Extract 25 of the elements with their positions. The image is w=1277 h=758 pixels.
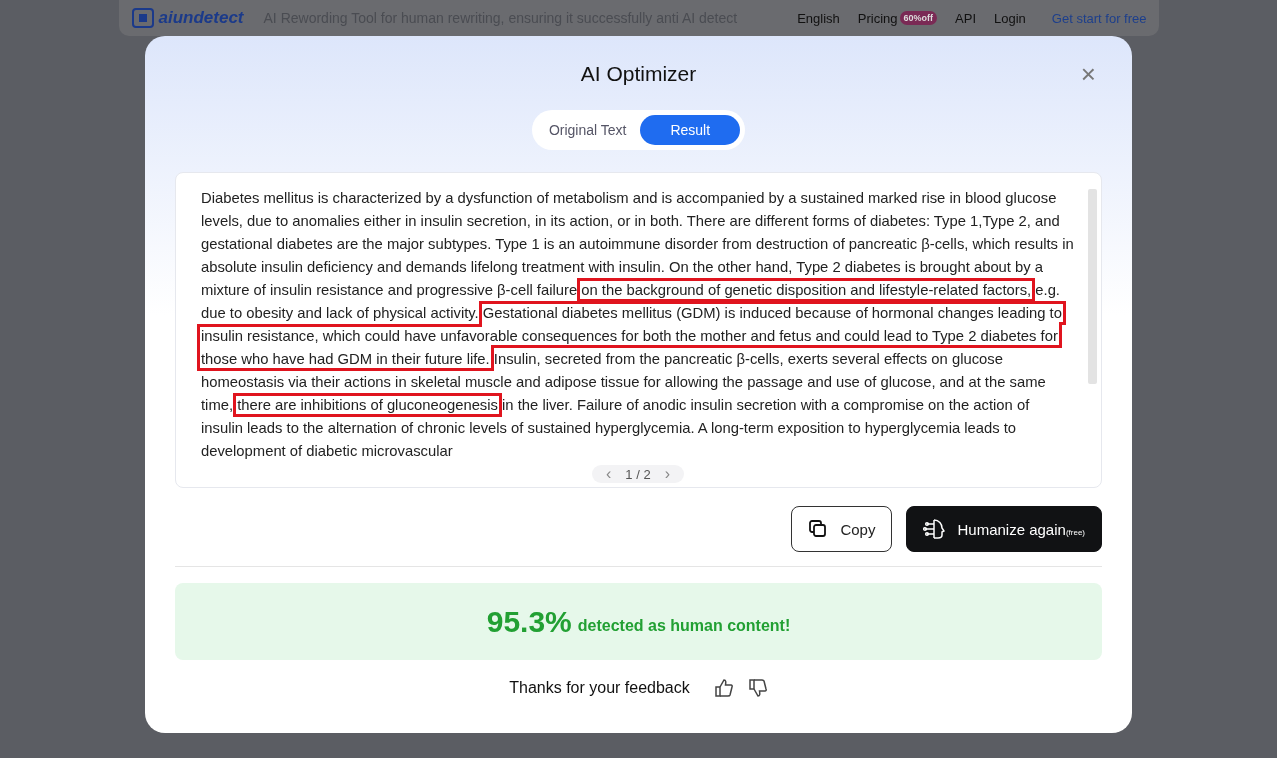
next-page-button[interactable]: › [660, 465, 674, 483]
previous-page-button[interactable]: ‹ [602, 465, 616, 483]
close-button[interactable]: × [1074, 58, 1102, 91]
get-started-link[interactable]: Get start for free [1051, 10, 1147, 26]
tab[interactable]: Original Text [536, 115, 639, 145]
thumbs-up-icon[interactable] [713, 678, 734, 698]
nav-link[interactable]: Login [994, 10, 1026, 26]
tab[interactable]: Result [640, 115, 741, 145]
dialog-title: AI Optimizer [580, 62, 697, 86]
logo-text[interactable]: aiundetect [158, 8, 244, 28]
humanize-again-button[interactable]: Humanize again(free) [906, 506, 1102, 552]
thumbs-down-icon[interactable] [747, 678, 768, 698]
nav-link[interactable]: API [955, 10, 977, 26]
discount-badge: 60%off [899, 11, 938, 25]
page-number: 1 / 2 [625, 466, 651, 482]
nav-link[interactable]: Pricing [857, 10, 898, 26]
score-label: detected as human content! [577, 616, 791, 635]
brain-circuit-icon [923, 518, 946, 540]
copy-button[interactable]: Copy [791, 506, 893, 552]
scrollbar[interactable] [1088, 189, 1097, 384]
feedback-text: Thanks for your feedback [509, 679, 690, 697]
logo-icon [130, 7, 155, 29]
nav-link[interactable]: English [797, 10, 840, 26]
copy-icon [808, 519, 829, 539]
score-value: 95.3% [486, 604, 572, 639]
